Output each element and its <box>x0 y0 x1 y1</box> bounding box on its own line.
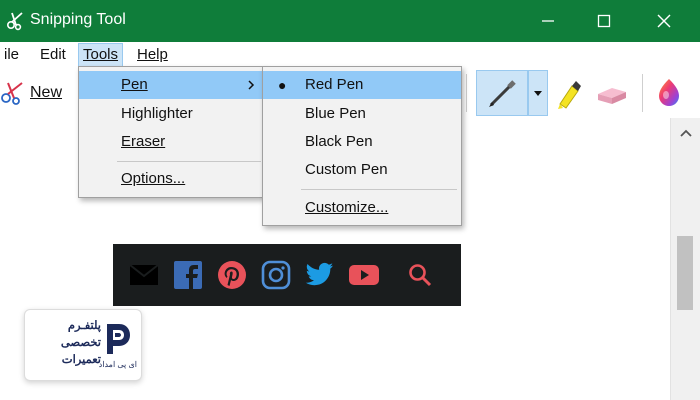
tools-menu-item-label: Eraser <box>121 133 166 150</box>
menu-separator <box>301 189 457 190</box>
pen-menu-item-red-pen[interactable]: ● Red Pen <box>263 71 461 99</box>
pen-menu-item-label: Custom Pen <box>305 161 388 178</box>
vertical-scrollbar[interactable] <box>670 118 700 400</box>
pen-icon <box>489 80 516 107</box>
menu-help-label: Help <box>137 46 168 63</box>
scroll-up-arrow[interactable] <box>679 126 693 138</box>
tools-menu-item-label: Highlighter <box>121 105 193 122</box>
tools-menu-item-highlighter[interactable]: Highlighter <box>79 100 265 128</box>
maximize-button[interactable] <box>576 0 632 42</box>
close-icon <box>657 14 671 28</box>
logo-line-1: پلتفـرم <box>67 320 101 332</box>
pen-menu-item-black-pen[interactable]: Black Pen <box>263 128 461 156</box>
pen-menu-item-custom-pen[interactable]: Custom Pen <box>263 156 461 184</box>
eraser-tool-button[interactable] <box>594 80 630 108</box>
menu-help[interactable]: Help <box>133 44 172 66</box>
search-icon <box>404 259 436 291</box>
instagram-icon <box>260 259 292 291</box>
tools-menu-item-label: Pen <box>121 76 148 93</box>
pen-menu-item-blue-pen[interactable]: Blue Pen <box>263 100 461 128</box>
youtube-icon <box>348 259 380 291</box>
menu-tools-label: Tools <box>83 46 119 63</box>
toolbar-separator <box>466 74 467 112</box>
toolbar-separator <box>642 74 643 112</box>
pen-tool-button[interactable] <box>476 70 528 116</box>
menu-file-label: ile <box>4 46 20 63</box>
checked-bullet-icon: ● <box>278 77 287 93</box>
chevron-up-icon <box>680 129 692 137</box>
highlighter-icon <box>558 81 581 109</box>
pinterest-icon <box>216 259 248 291</box>
email-icon <box>128 259 160 291</box>
eraser-icon <box>598 88 626 104</box>
tools-menu-item-options[interactable]: Options... <box>79 165 265 193</box>
menu-edit-label: Edit <box>40 46 66 63</box>
pen-menu-item-customize[interactable]: Customize... <box>263 194 461 222</box>
logo-mark-icon <box>103 320 133 358</box>
menu-file[interactable]: ile <box>0 44 23 66</box>
minimize-button[interactable] <box>520 0 576 42</box>
logo-text: پلتفـرم تخصصی تعمیرات <box>35 318 101 369</box>
pen-menu-item-label: Red Pen <box>305 76 364 93</box>
tools-menu-item-label: Options... <box>121 170 186 187</box>
logo-subtitle: ای پی امداد <box>98 360 137 369</box>
chevron-down-icon <box>534 91 542 96</box>
snipping-tool-icon <box>6 11 26 31</box>
title-bar: Snipping Tool <box>0 0 700 42</box>
pen-submenu: ● Red Pen Blue Pen Black Pen Custom Pen … <box>262 66 462 226</box>
tools-menu: Pen Highlighter Eraser Options... <box>78 66 266 198</box>
captured-image <box>113 244 461 306</box>
minimize-icon <box>542 20 554 22</box>
menu-tools[interactable]: Tools <box>78 43 124 67</box>
scroll-thumb[interactable] <box>677 236 693 310</box>
logo-line-2: تخصصی <box>60 337 101 349</box>
new-snip-icon <box>1 82 23 105</box>
tools-menu-item-pen[interactable]: Pen <box>79 71 265 99</box>
close-button[interactable] <box>636 0 692 42</box>
tools-menu-item-eraser[interactable]: Eraser <box>79 128 265 156</box>
menu-edit[interactable]: Edit <box>36 44 70 66</box>
pen-menu-item-label: Blue Pen <box>305 105 366 122</box>
highlighter-tool-button[interactable] <box>552 78 584 110</box>
maximize-icon <box>597 14 611 28</box>
logo-line-3: تعمیرات <box>61 354 101 366</box>
paint3d-button[interactable] <box>654 76 684 110</box>
pen-menu-item-label: Black Pen <box>305 133 373 150</box>
menu-separator <box>117 161 261 162</box>
new-snip-label: New <box>30 84 63 101</box>
logo-card: پلتفـرم تخصصی تعمیرات ای پی امداد <box>24 309 142 381</box>
menu-bar: ile Edit Tools Help <box>0 42 700 68</box>
snipping-tool-window: Snipping Tool ile Edit Tools Help New پل… <box>0 0 700 400</box>
pen-tool-dropdown[interactable] <box>528 70 548 116</box>
paint3d-icon <box>659 79 679 106</box>
twitter-icon <box>304 259 336 291</box>
window-title: Snipping Tool <box>30 11 126 28</box>
pen-menu-item-label: Customize... <box>305 199 389 216</box>
facebook-icon <box>172 259 204 291</box>
new-snip-button[interactable]: New <box>0 78 62 108</box>
